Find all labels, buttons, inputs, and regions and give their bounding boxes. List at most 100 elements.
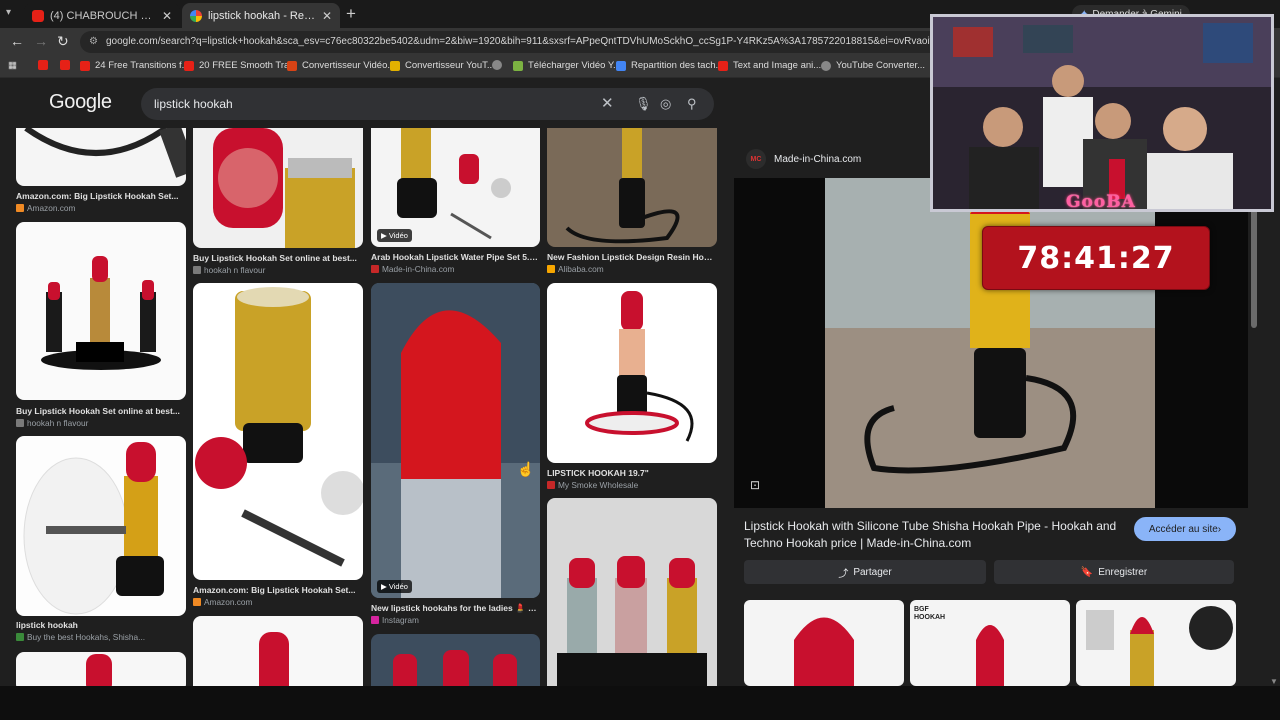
- result-caption[interactable]: New lipstick hookahs for the ladies 💄 💄 …: [371, 603, 540, 614]
- bookmark-5[interactable]: Convertisseur Vidéo...: [287, 60, 395, 71]
- bookmark-8[interactable]: Télécharger Vidéo Y...: [513, 60, 621, 71]
- result-image[interactable]: [16, 128, 186, 186]
- youtube-icon: [60, 60, 70, 70]
- tab-google-search[interactable]: lipstick hookah - Recherche Go ✕: [182, 3, 340, 28]
- url-text: google.com/search?q=lipstick+hookah&sca_…: [106, 36, 992, 47]
- amazon-icon: [16, 204, 24, 212]
- stream-tag: GooBA: [1066, 192, 1136, 212]
- result-source[interactable]: hookah n flavour: [16, 418, 88, 428]
- z-icon: [287, 60, 297, 71]
- mouse-cursor-icon: ☝: [517, 461, 535, 477]
- result-image[interactable]: [16, 436, 186, 616]
- result-source[interactable]: Amazon.com: [193, 597, 252, 607]
- youtube-icon: [38, 60, 48, 70]
- result-image[interactable]: [547, 498, 717, 686]
- result-image[interactable]: [193, 283, 363, 580]
- tab-search-icon[interactable]: ▾: [6, 7, 11, 18]
- result-image[interactable]: [16, 652, 186, 686]
- bookmark-1[interactable]: [38, 60, 53, 70]
- youtube-icon: [184, 60, 194, 71]
- result-source[interactable]: hookah n flavour: [193, 265, 265, 275]
- alibaba-icon: [547, 265, 555, 273]
- lens-search-icon[interactable]: ⊡: [750, 478, 760, 492]
- result-caption[interactable]: Amazon.com: Big Lipstick Hookah Set...: [16, 191, 186, 201]
- youtube-icon: [80, 60, 90, 71]
- bookmark-7[interactable]: [492, 60, 507, 70]
- result-caption[interactable]: Buy Lipstick Hookah Set online at best..…: [16, 406, 186, 416]
- tab-youtube[interactable]: (4) CHABROUCH X EKKO - GOO ✕: [24, 3, 180, 28]
- result-source[interactable]: My Smoke Wholesale: [547, 480, 638, 490]
- result-source[interactable]: Buy the best Hookahs, Shisha...: [16, 632, 145, 642]
- google-icon: [190, 9, 202, 22]
- site-icon: [193, 266, 201, 274]
- visit-site-button[interactable]: Accéder au site ›: [1134, 517, 1236, 541]
- result-caption[interactable]: lipstick hookah: [16, 620, 186, 630]
- preview-site[interactable]: MC Made-in-China.com: [746, 149, 861, 169]
- search-input[interactable]: lipstick hookah ✕ 🎙 ◎ ⚲: [141, 88, 714, 120]
- bookmark-2[interactable]: [60, 60, 75, 70]
- video-badge: ▶ Vidéo: [377, 580, 412, 593]
- video-badge: ▶ Vidéo: [377, 229, 412, 242]
- back-icon[interactable]: ←: [10, 33, 24, 49]
- save-button[interactable]: 🔖 Enregistrer: [994, 560, 1234, 584]
- youtube-icon: [718, 60, 728, 71]
- result-caption[interactable]: Amazon.com: Big Lipstick Hookah Set...: [193, 585, 363, 595]
- new-tab-icon[interactable]: +: [346, 4, 356, 24]
- preview-site-name: Made-in-China.com: [774, 153, 862, 165]
- forward-icon[interactable]: →: [34, 33, 48, 49]
- site-icon: [16, 633, 24, 641]
- site-icon: [16, 419, 24, 427]
- result-source[interactable]: Instagram: [371, 615, 419, 625]
- chevron-right-icon: ›: [1217, 523, 1222, 535]
- apps-icon[interactable]: ▦: [8, 60, 17, 71]
- bookmark-icon: 🔖: [1080, 566, 1094, 578]
- amazon-icon: [193, 598, 201, 606]
- clear-icon[interactable]: ✕: [601, 94, 614, 112]
- reload-icon[interactable]: ↻: [57, 33, 69, 50]
- result-image[interactable]: ▶ Vidéo: [371, 128, 540, 247]
- globe-icon: [821, 60, 831, 71]
- close-icon[interactable]: ✕: [322, 9, 332, 23]
- share-icon: ⤴: [838, 568, 849, 580]
- result-source[interactable]: Alibaba.com: [547, 264, 604, 274]
- share-button[interactable]: ⤴ Partager: [744, 560, 986, 584]
- site-info-icon[interactable]: ⚙: [89, 36, 98, 47]
- bookmark-6[interactable]: Convertisseur YouT...: [390, 60, 495, 71]
- site-icon: [547, 481, 555, 489]
- search-icon[interactable]: ⚲: [687, 96, 697, 112]
- bookmark-4[interactable]: 20 FREE Smooth Tra...: [184, 60, 297, 71]
- result-source[interactable]: Made-in-China.com: [371, 264, 454, 274]
- scroll-down-icon[interactable]: ▼: [1270, 677, 1278, 686]
- bookmark-10[interactable]: Text and Image ani...: [718, 60, 821, 71]
- result-image[interactable]: [547, 128, 717, 247]
- preview-title[interactable]: Lipstick Hookah with Silicone Tube Shish…: [744, 518, 1124, 552]
- subathon-timer: 78:41:27: [982, 226, 1210, 290]
- tab-title: lipstick hookah - Recherche Go: [208, 9, 318, 22]
- y-icon: [390, 60, 400, 71]
- search-query: lipstick hookah: [154, 97, 233, 111]
- related-image[interactable]: [744, 600, 904, 686]
- bookmark-9[interactable]: Repartition des tach...: [616, 60, 723, 71]
- close-icon[interactable]: ✕: [162, 9, 172, 23]
- result-caption[interactable]: Arab Hookah Lipstick Water Pipe Set 5.5k…: [371, 252, 540, 262]
- result-caption[interactable]: Buy Lipstick Hookah Set online at best..…: [193, 253, 363, 263]
- result-image[interactable]: [193, 128, 363, 248]
- result-image[interactable]: ▶ Vidéo: [371, 283, 540, 598]
- instagram-icon: [371, 616, 379, 624]
- related-image[interactable]: BGF HOOKAH: [910, 600, 1070, 686]
- bookmark-3[interactable]: 24 Free Transitions f...: [80, 60, 190, 71]
- download-icon: [513, 60, 523, 71]
- result-source[interactable]: Amazon.com: [16, 203, 75, 213]
- bookmark-11[interactable]: YouTube Converter...: [821, 60, 925, 71]
- result-image[interactable]: [547, 283, 717, 463]
- microphone-icon[interactable]: 🎙: [635, 96, 652, 112]
- bottom-bar: [0, 686, 1280, 720]
- result-image[interactable]: [16, 222, 186, 400]
- google-logo[interactable]: Google: [49, 91, 112, 114]
- result-caption[interactable]: LIPSTICK HOOKAH 19.7": [547, 468, 717, 478]
- result-caption[interactable]: New Fashion Lipstick Design Resin Hooka.…: [547, 252, 717, 262]
- result-image[interactable]: [371, 634, 540, 686]
- lens-icon[interactable]: ◎: [660, 96, 671, 112]
- result-image[interactable]: [193, 616, 363, 686]
- related-image[interactable]: [1076, 600, 1236, 686]
